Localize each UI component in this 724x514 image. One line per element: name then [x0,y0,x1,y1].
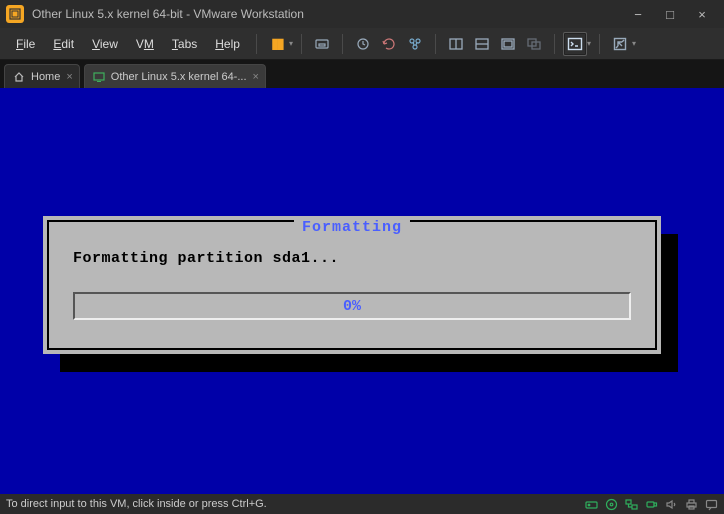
network-icon[interactable] [624,497,638,511]
dialog-message: Formatting partition sda1... [73,250,339,267]
tab-home-label: Home [31,71,60,83]
console-view-button[interactable] [563,32,587,56]
status-message: To direct input to this VM, click inside… [6,498,584,510]
printer-icon[interactable] [684,497,698,511]
send-ctrl-alt-del-button[interactable] [310,32,334,56]
separator [256,34,257,54]
maximize-button[interactable]: □ [660,7,680,22]
close-tab-icon[interactable]: × [253,71,259,83]
separator [435,34,436,54]
menu-help[interactable]: Help [207,33,248,55]
minimize-button[interactable]: − [628,7,648,22]
window-controls: − □ × [628,7,718,22]
hdd-icon[interactable] [584,497,598,511]
window-title: Other Linux 5.x kernel 64-bit - VMware W… [32,7,628,21]
revert-snapshot-button[interactable] [377,32,401,56]
snapshot-button[interactable] [351,32,375,56]
layout-grid-icon[interactable] [496,32,520,56]
tab-vm-label: Other Linux 5.x kernel 64-... [111,71,247,83]
progress-label: 0% [343,298,361,315]
tab-home[interactable]: Home × [4,64,80,88]
menu-edit[interactable]: Edit [45,33,82,55]
fullscreen-button[interactable] [608,32,632,56]
separator [301,34,302,54]
message-icon[interactable] [704,497,718,511]
device-tray [584,497,718,511]
progress-bar: 0% [73,292,631,320]
fullscreen-dropdown[interactable]: ▾ [632,39,636,48]
menu-vm[interactable]: VM [128,33,162,55]
guest-display[interactable]: Formatting Formatting partition sda1... … [0,88,724,494]
home-icon [13,71,25,83]
layout-split-icon[interactable] [470,32,494,56]
sound-icon[interactable] [664,497,678,511]
cd-icon[interactable] [604,497,618,511]
dialog-title: Formatting [294,219,410,236]
menu-bar: File Edit View VM Tabs Help ▮▮ ▾ ▾ ▾ [0,28,724,60]
tab-vm[interactable]: Other Linux 5.x kernel 64-... × [84,64,266,88]
vm-running-icon [93,71,105,83]
separator [554,34,555,54]
power-dropdown[interactable]: ▾ [289,39,293,48]
status-bar: To direct input to this VM, click inside… [0,494,724,514]
layout-single-icon[interactable] [444,32,468,56]
pause-vm-button[interactable]: ▮▮ [265,32,289,56]
separator [599,34,600,54]
tab-strip: Home × Other Linux 5.x kernel 64-... × [0,60,724,88]
vmware-logo-icon [6,5,24,23]
separator [342,34,343,54]
menu-tabs[interactable]: Tabs [164,33,205,55]
menu-view[interactable]: View [84,33,126,55]
title-bar: Other Linux 5.x kernel 64-bit - VMware W… [0,0,724,28]
manage-snapshots-button[interactable] [403,32,427,56]
formatting-dialog: Formatting Formatting partition sda1... … [43,216,661,354]
unity-mode-icon[interactable] [522,32,546,56]
menu-file[interactable]: File [8,33,43,55]
close-tab-icon[interactable]: × [66,71,72,83]
dialog-border: Formatting Formatting partition sda1... … [47,220,657,350]
console-dropdown[interactable]: ▾ [587,39,591,48]
usb-icon[interactable] [644,497,658,511]
close-button[interactable]: × [692,7,712,22]
